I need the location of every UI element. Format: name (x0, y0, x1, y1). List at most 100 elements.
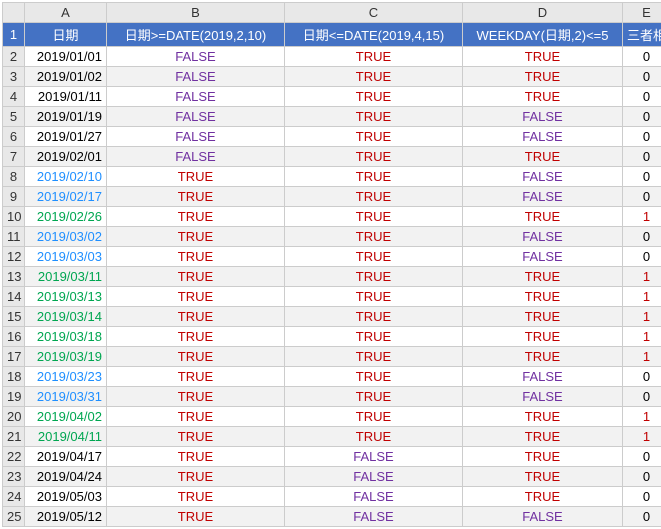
cell-date[interactable]: 2019/03/03 (25, 247, 107, 267)
cell-bool[interactable]: FALSE (463, 387, 623, 407)
spreadsheet-grid[interactable]: A B C D E 1日期日期>=DATE(2019,2,10)日期<=DATE… (2, 2, 661, 527)
cell-bool[interactable]: TRUE (285, 267, 463, 287)
cell-product[interactable]: 1 (623, 207, 661, 227)
cell-bool[interactable]: FALSE (107, 67, 285, 87)
cell-bool[interactable]: TRUE (463, 327, 623, 347)
cell-product[interactable]: 1 (623, 287, 661, 307)
cell-bool[interactable]: TRUE (463, 147, 623, 167)
header-cell[interactable]: WEEKDAY(日期,2)<=5 (463, 23, 623, 47)
cell-bool[interactable]: TRUE (463, 467, 623, 487)
cell-bool[interactable]: TRUE (285, 67, 463, 87)
row-header[interactable]: 4 (3, 87, 25, 107)
row-header[interactable]: 16 (3, 327, 25, 347)
cell-product[interactable]: 0 (623, 447, 661, 467)
cell-bool[interactable]: TRUE (285, 367, 463, 387)
cell-date[interactable]: 2019/01/11 (25, 87, 107, 107)
cell-bool[interactable]: TRUE (285, 187, 463, 207)
cell-bool[interactable]: FALSE (463, 507, 623, 527)
cell-date[interactable]: 2019/03/19 (25, 347, 107, 367)
row-header[interactable]: 2 (3, 47, 25, 67)
cell-bool[interactable]: FALSE (107, 147, 285, 167)
cell-bool[interactable]: TRUE (463, 87, 623, 107)
cell-bool[interactable]: TRUE (285, 407, 463, 427)
cell-bool[interactable]: FALSE (463, 367, 623, 387)
cell-date[interactable]: 2019/01/19 (25, 107, 107, 127)
cell-bool[interactable]: TRUE (107, 247, 285, 267)
cell-bool[interactable]: TRUE (107, 487, 285, 507)
cell-product[interactable]: 0 (623, 387, 661, 407)
cell-bool[interactable]: TRUE (463, 207, 623, 227)
cell-bool[interactable]: TRUE (285, 207, 463, 227)
cell-date[interactable]: 2019/01/27 (25, 127, 107, 147)
cell-bool[interactable]: TRUE (285, 47, 463, 67)
cell-bool[interactable]: TRUE (285, 107, 463, 127)
row-header[interactable]: 21 (3, 427, 25, 447)
cell-date[interactable]: 2019/03/14 (25, 307, 107, 327)
cell-product[interactable]: 0 (623, 227, 661, 247)
row-header[interactable]: 12 (3, 247, 25, 267)
cell-product[interactable]: 1 (623, 347, 661, 367)
cell-product[interactable]: 0 (623, 127, 661, 147)
cell-bool[interactable]: TRUE (107, 307, 285, 327)
cell-date[interactable]: 2019/03/23 (25, 367, 107, 387)
cell-bool[interactable]: TRUE (463, 67, 623, 87)
cell-bool[interactable]: TRUE (107, 507, 285, 527)
cell-product[interactable]: 0 (623, 107, 661, 127)
cell-bool[interactable]: TRUE (285, 147, 463, 167)
cell-bool[interactable]: FALSE (107, 87, 285, 107)
row-header[interactable]: 13 (3, 267, 25, 287)
cell-bool[interactable]: TRUE (285, 127, 463, 147)
cell-date[interactable]: 2019/03/11 (25, 267, 107, 287)
cell-bool[interactable]: TRUE (285, 427, 463, 447)
cell-bool[interactable]: TRUE (107, 347, 285, 367)
row-header[interactable]: 6 (3, 127, 25, 147)
cell-date[interactable]: 2019/01/02 (25, 67, 107, 87)
cell-bool[interactable]: TRUE (107, 327, 285, 347)
cell-bool[interactable]: TRUE (107, 467, 285, 487)
cell-bool[interactable]: FALSE (463, 127, 623, 147)
cell-bool[interactable]: FALSE (107, 127, 285, 147)
header-cell[interactable]: 日期 (25, 23, 107, 47)
cell-date[interactable]: 2019/04/11 (25, 427, 107, 447)
cell-bool[interactable]: TRUE (285, 167, 463, 187)
cell-bool[interactable]: TRUE (463, 267, 623, 287)
col-header-E[interactable]: E (623, 3, 661, 23)
cell-product[interactable]: 1 (623, 407, 661, 427)
cell-date[interactable]: 2019/02/17 (25, 187, 107, 207)
cell-bool[interactable]: TRUE (463, 427, 623, 447)
row-header[interactable]: 7 (3, 147, 25, 167)
cell-bool[interactable]: TRUE (463, 487, 623, 507)
cell-product[interactable]: 0 (623, 67, 661, 87)
cell-bool[interactable]: FALSE (463, 187, 623, 207)
cell-bool[interactable]: TRUE (463, 287, 623, 307)
cell-bool[interactable]: TRUE (463, 447, 623, 467)
cell-bool[interactable]: TRUE (285, 327, 463, 347)
col-header-A[interactable]: A (25, 3, 107, 23)
col-header-C[interactable]: C (285, 3, 463, 23)
cell-product[interactable]: 1 (623, 327, 661, 347)
cell-bool[interactable]: TRUE (285, 247, 463, 267)
cell-bool[interactable]: FALSE (285, 467, 463, 487)
cell-bool[interactable]: FALSE (285, 487, 463, 507)
cell-product[interactable]: 0 (623, 507, 661, 527)
header-cell[interactable]: 日期>=DATE(2019,2,10) (107, 23, 285, 47)
cell-date[interactable]: 2019/04/02 (25, 407, 107, 427)
row-header[interactable]: 25 (3, 507, 25, 527)
row-header[interactable]: 1 (3, 23, 25, 47)
row-header[interactable]: 15 (3, 307, 25, 327)
cell-date[interactable]: 2019/01/01 (25, 47, 107, 67)
cell-date[interactable]: 2019/03/31 (25, 387, 107, 407)
cell-bool[interactable]: TRUE (285, 307, 463, 327)
cell-bool[interactable]: FALSE (463, 167, 623, 187)
cell-product[interactable]: 0 (623, 147, 661, 167)
cell-product[interactable]: 0 (623, 47, 661, 67)
cell-bool[interactable]: TRUE (285, 227, 463, 247)
row-header[interactable]: 8 (3, 167, 25, 187)
cell-date[interactable]: 2019/02/10 (25, 167, 107, 187)
cell-bool[interactable]: FALSE (463, 107, 623, 127)
cell-bool[interactable]: TRUE (463, 47, 623, 67)
cell-date[interactable]: 2019/05/12 (25, 507, 107, 527)
col-header-B[interactable]: B (107, 3, 285, 23)
cell-bool[interactable]: TRUE (285, 87, 463, 107)
row-header[interactable]: 20 (3, 407, 25, 427)
